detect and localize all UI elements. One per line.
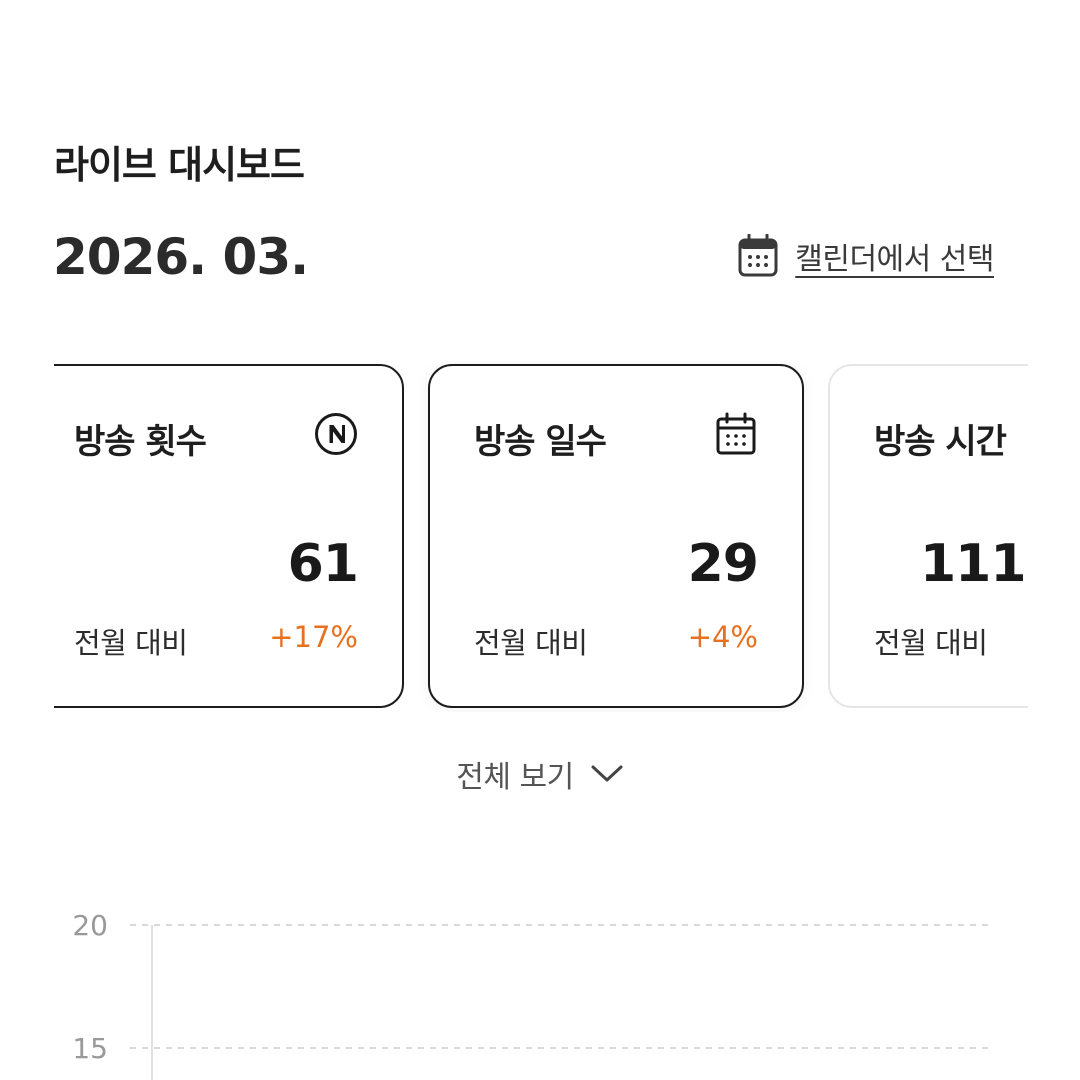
card-compare-label: 전월 대비	[474, 626, 588, 660]
calendar-link-label: 캘린더에서 선택	[795, 242, 994, 277]
chart-area: 20 15	[0, 880, 1080, 1080]
page-title: 라이브 대시보드	[54, 143, 305, 187]
card-value: 61	[287, 534, 359, 594]
calendar-select-link[interactable]: 캘린더에서 선택	[737, 234, 994, 278]
card-value: 29	[687, 534, 759, 594]
y-tick-label: 20	[72, 909, 108, 942]
card-title: 방송 횟수	[74, 422, 207, 462]
card-title: 방송 시간	[874, 422, 1007, 462]
naver-n-icon	[315, 413, 357, 455]
y-tick-label: 15	[72, 1032, 108, 1065]
month-label: 2026. 03.	[53, 228, 309, 286]
stat-cards-carousel[interactable]: 방송 횟수 61 전월 대비 +17% 방송 일수 29 전월 대비 +4% 방…	[54, 360, 1028, 712]
chevron-down-icon	[591, 765, 623, 782]
stat-card-broadcast-days[interactable]: 방송 일수 29 전월 대비 +4%	[428, 364, 804, 708]
line-chart: 2015	[72, 909, 990, 1080]
stat-card-broadcast-hours[interactable]: 방송 시간 111 시간 전월 대비	[828, 364, 1028, 708]
view-all-label: 전체 보기	[456, 760, 574, 795]
calendar-icon	[716, 412, 756, 455]
calendar-icon	[738, 234, 778, 277]
card-value: 111	[920, 534, 1027, 594]
card-compare-label: 전월 대비	[74, 626, 188, 660]
view-all-toggle[interactable]: 전체 보기	[0, 752, 1080, 796]
card-change: +17%	[269, 620, 358, 654]
card-change: +4%	[687, 620, 758, 654]
card-title: 방송 일수	[474, 422, 607, 462]
card-compare-label: 전월 대비	[874, 626, 988, 660]
stat-card-broadcast-count[interactable]: 방송 횟수 61 전월 대비 +17%	[54, 364, 404, 708]
